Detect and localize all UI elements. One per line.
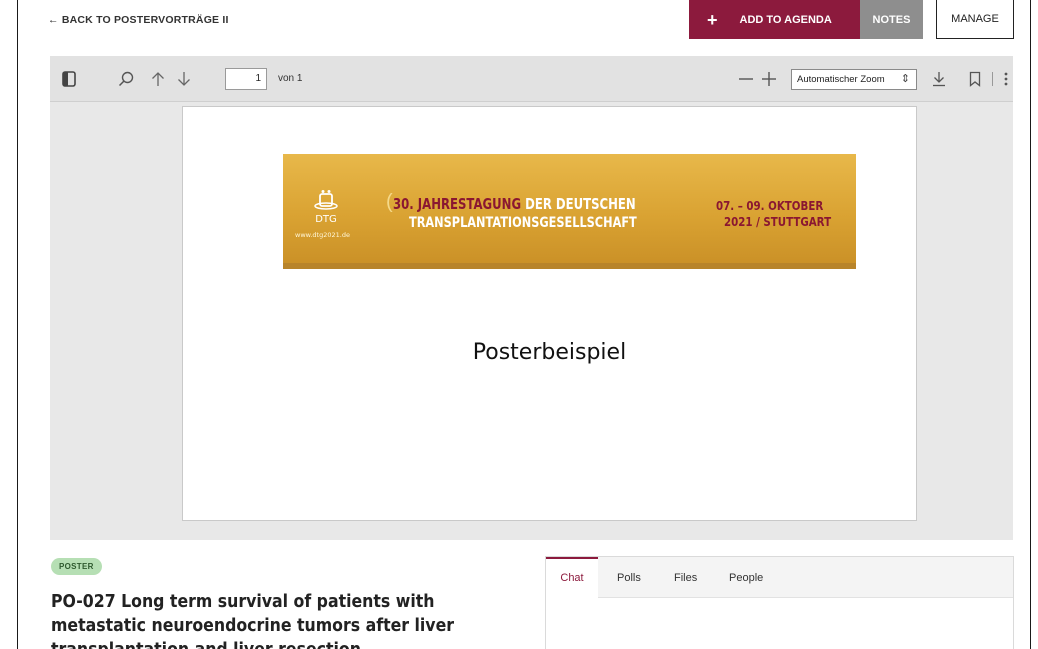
zoom-in-icon[interactable] — [759, 69, 779, 89]
poster-title: Posterbeispiel — [472, 340, 627, 365]
banner-headline: 30. JAHRESTAGUNG DER DEUTSCHEN — [393, 195, 636, 213]
conference-banner: DTG www.dtg2021.de ( 30. JAHRESTAGUNG DE… — [283, 154, 856, 269]
pdf-viewer: 1 von 1 Automatischer Zoom ⇕ DTG www.dtg… — [50, 56, 1013, 540]
banner-date: 07. – 09. OKTOBER — [716, 198, 824, 213]
app-frame: ← BACK TO POSTERVORTRÄGE II + ADD TO AGE… — [17, 0, 1031, 649]
page-count-label: von 1 — [278, 73, 303, 84]
toolbar-divider — [992, 72, 993, 86]
chevron-updown-icon: ⇕ — [900, 73, 910, 85]
dtg-logo-icon: DTG — [314, 190, 338, 225]
session-title: PO-027 Long term survival of patients wi… — [51, 592, 455, 649]
tab-files[interactable]: Files — [674, 557, 697, 598]
banner-headline-highlight: 30. JAHRESTAGUNG — [393, 195, 522, 213]
manage-button[interactable]: MANAGE — [936, 0, 1014, 39]
arrow-down-icon[interactable] — [174, 69, 194, 89]
plus-icon: + — [707, 9, 718, 30]
tab-chat[interactable]: Chat — [546, 557, 598, 598]
search-icon[interactable] — [116, 69, 136, 89]
tab-polls[interactable]: Polls — [617, 557, 641, 598]
notes-button[interactable]: NOTES — [860, 0, 923, 39]
more-vertical-icon[interactable] — [1000, 69, 1012, 89]
zoom-select[interactable]: Automatischer Zoom ⇕ — [791, 69, 917, 90]
laurel-left-icon: ( — [386, 191, 393, 213]
interaction-panel: Chat Polls Files People — [545, 556, 1014, 649]
add-to-agenda-button[interactable]: + ADD TO AGENDA — [689, 0, 860, 39]
banner-subheadline: TRANSPLANTATIONSGESELLSCHAFT — [409, 215, 637, 231]
arrow-up-icon[interactable] — [148, 69, 168, 89]
panel-tabs: Chat Polls Files People — [546, 557, 1013, 598]
pdf-toolbar: 1 von 1 Automatischer Zoom ⇕ — [50, 56, 1013, 102]
bookmark-icon[interactable] — [965, 69, 985, 89]
banner-headline-rest: DER DEUTSCHEN — [525, 195, 636, 213]
zoom-out-icon[interactable] — [736, 69, 756, 89]
tab-people[interactable]: People — [729, 557, 763, 598]
banner-url: www.dtg2021.de — [295, 231, 350, 239]
svg-text:DTG: DTG — [315, 214, 337, 225]
session-type-badge: POSTER — [51, 558, 102, 575]
zoom-select-value: Automatischer Zoom — [797, 74, 885, 85]
sidebar-toggle-icon[interactable] — [60, 69, 78, 89]
banner-location: 2021 / STUTTGART — [724, 214, 832, 229]
banner-stripe — [283, 263, 856, 269]
pdf-page: DTG www.dtg2021.de ( 30. JAHRESTAGUNG DE… — [182, 106, 917, 521]
back-link[interactable]: ← BACK TO POSTERVORTRÄGE II — [48, 14, 229, 26]
page-number-input[interactable]: 1 — [225, 68, 267, 90]
download-icon[interactable] — [929, 69, 949, 89]
add-to-agenda-label: ADD TO AGENDA — [739, 13, 832, 26]
